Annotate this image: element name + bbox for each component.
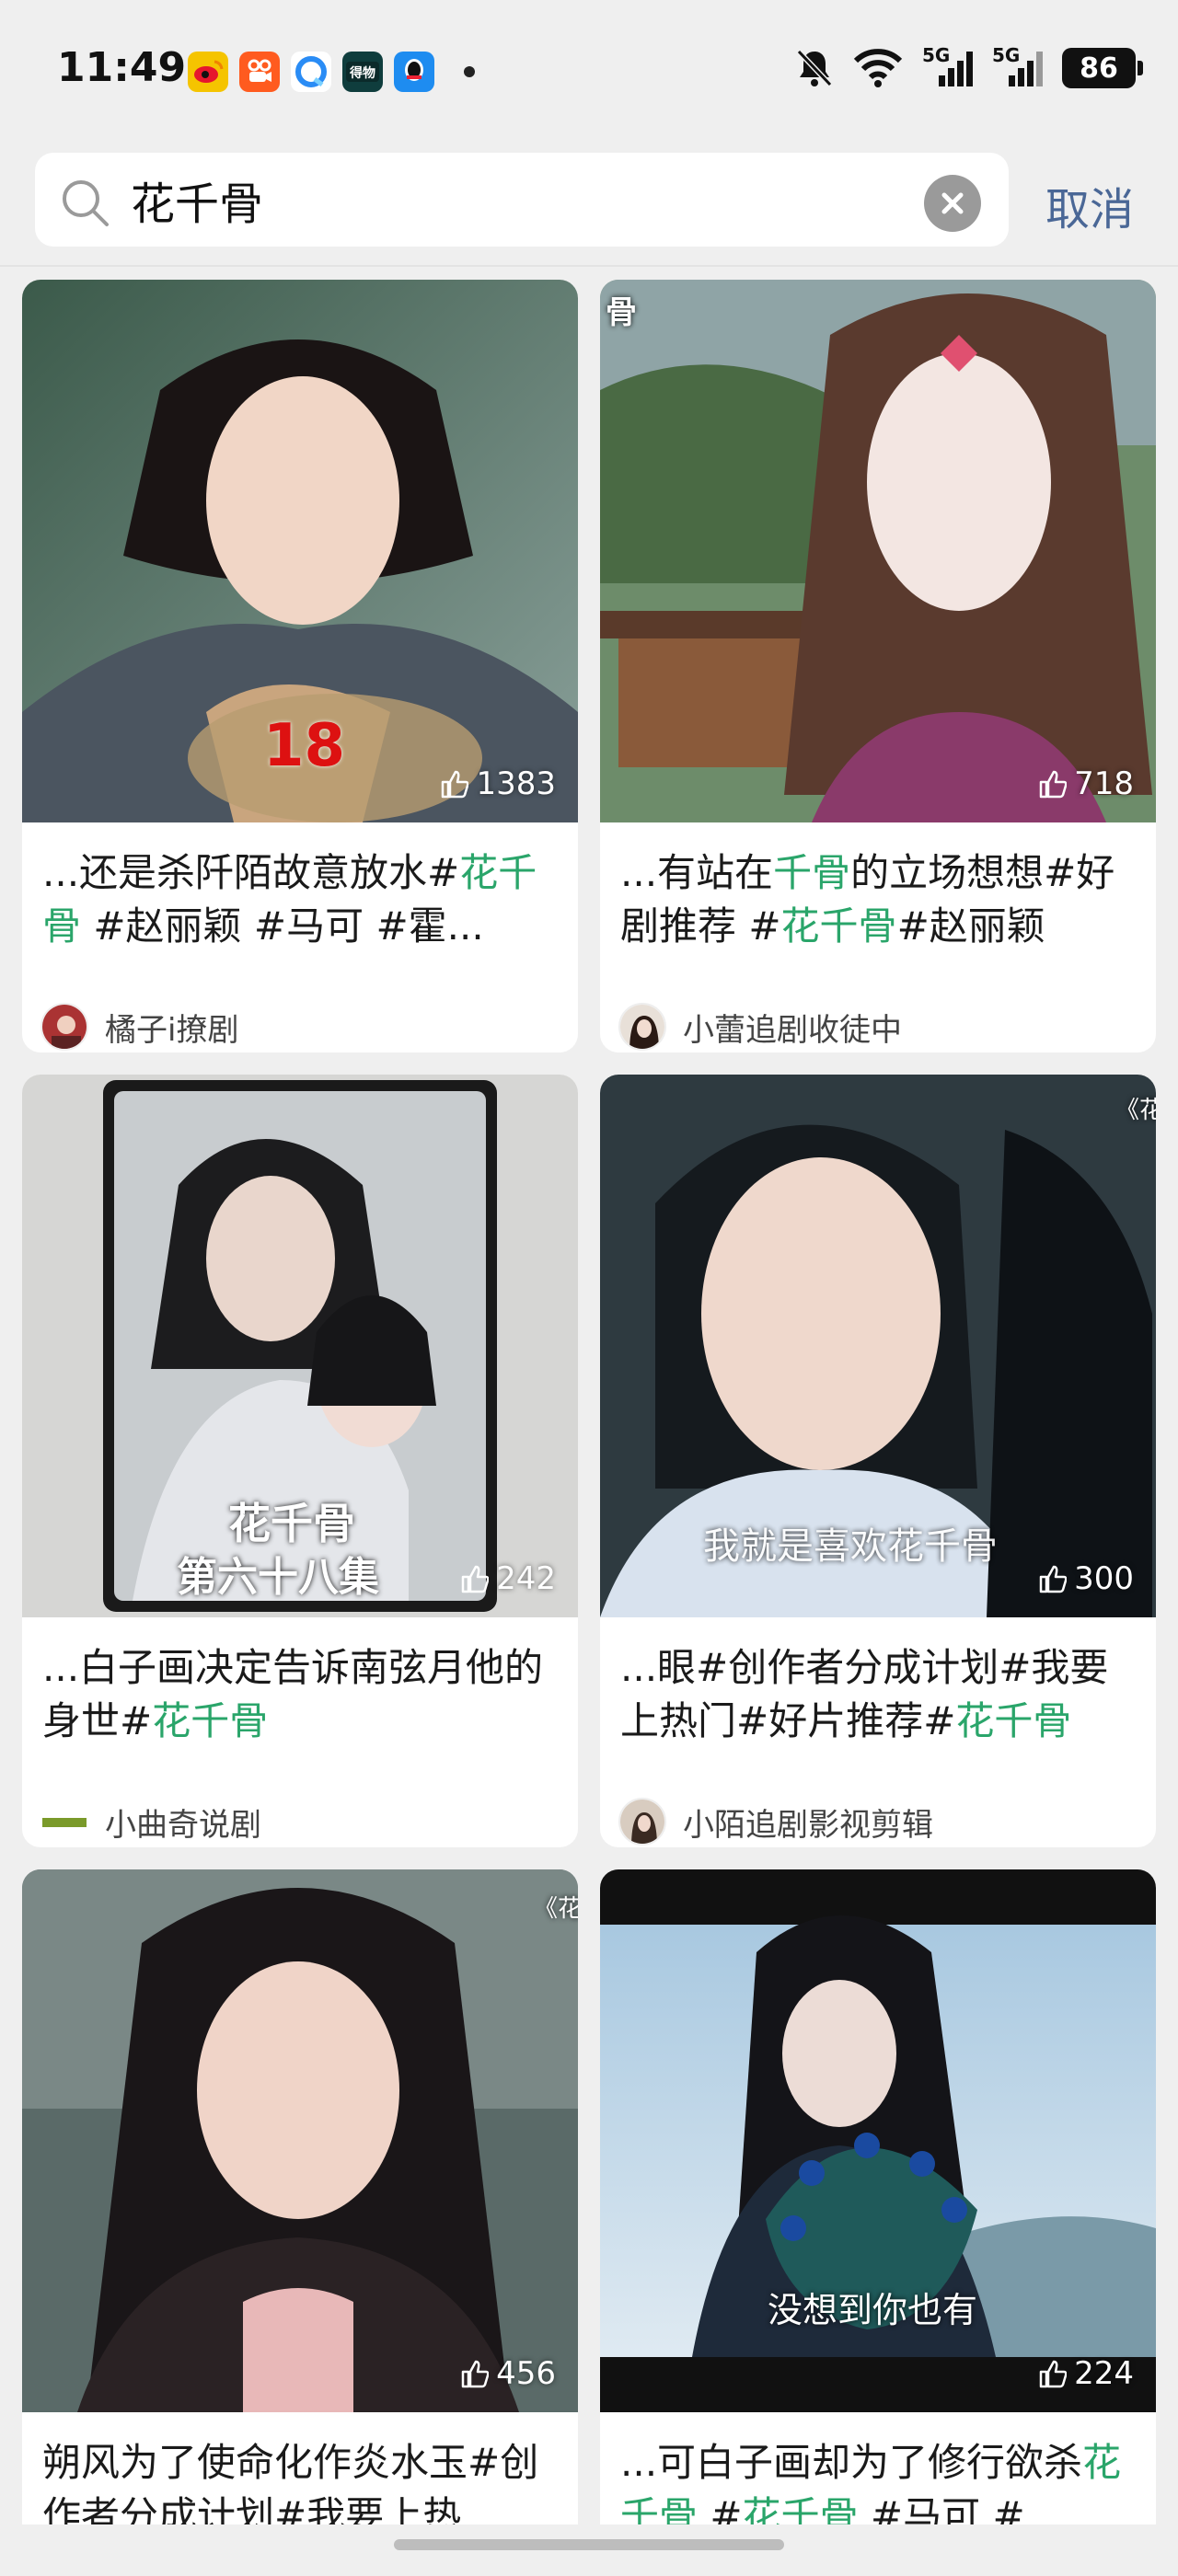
search-input[interactable] <box>131 169 922 230</box>
subtitle-overlay: 没想到你也有 <box>768 2290 978 2330</box>
likes-count: 224 <box>1037 2355 1134 2392</box>
system-status-icons: 5G 5G 86 <box>795 44 1143 88</box>
likes-value: 456 <box>496 2355 556 2392</box>
video-caption[interactable]: ...白子画决定告诉南弦月他的身世#花千骨 <box>22 1617 578 1763</box>
author-name[interactable]: 橘子i撩剧 <box>105 1005 238 1050</box>
video-caption[interactable]: ...有站在千骨的立场想想#好剧推荐 #花千骨#赵丽颖 <box>600 822 1156 968</box>
video-caption[interactable]: ...眼#创作者分成计划#我要上热门#好片推荐#花千骨 <box>600 1617 1156 1763</box>
thumbs-up-icon <box>1039 770 1068 799</box>
notification-app-icons: 得物 <box>188 52 475 92</box>
likes-count: 242 <box>459 1560 556 1597</box>
watermark-text: 《花 <box>1115 1097 1156 1124</box>
video-thumbnail[interactable]: 我就是喜欢花千骨 《花 300 <box>600 1075 1156 1617</box>
weibo-icon <box>188 52 228 92</box>
video-card[interactable]: 我就是喜欢花千骨 《花 300 ...眼#创作者分成计划#我要上热门#好片推荐#… <box>600 1075 1156 1847</box>
avatar[interactable] <box>618 1798 666 1846</box>
close-icon <box>941 192 964 214</box>
search-box[interactable] <box>35 153 1009 247</box>
search-header: 取消 <box>0 147 1178 267</box>
more-notifications-dot <box>464 66 475 77</box>
author[interactable]: 小曲奇说剧 <box>40 1798 261 1846</box>
mute-icon <box>796 49 833 87</box>
caption-hashtag[interactable]: 千骨 <box>773 850 850 895</box>
kuaishou-icon <box>239 52 280 92</box>
author-name[interactable]: 小蕾追剧收徒中 <box>683 1005 902 1050</box>
cancel-button[interactable]: 取消 <box>1045 173 1134 237</box>
avatar[interactable] <box>40 1003 88 1051</box>
caption-text: ...还是杀阡陌故意放水# <box>42 850 460 895</box>
likes-value: 718 <box>1074 765 1134 802</box>
search-icon <box>63 180 109 226</box>
search-results-grid: 18 1383 ...还是杀阡陌故意放水#花千骨 #赵丽颖 #马可 #霍... … <box>22 280 1156 2524</box>
caption-text: # <box>698 2493 743 2524</box>
status-time: 11:49 <box>57 44 187 91</box>
video-card[interactable]: 18 1383 ...还是杀阡陌故意放水#花千骨 #赵丽颖 #马可 #霍... … <box>22 280 578 1052</box>
caption-hashtag[interactable]: 花千骨 <box>743 2493 859 2524</box>
likes-count: 456 <box>459 2355 556 2392</box>
svg-text:得物: 得物 <box>349 65 375 81</box>
home-indicator[interactable] <box>394 2539 784 2550</box>
episode-overlay: 第六十八集 <box>177 1554 379 1601</box>
status-bar: 11:49 得物 5G 5G 86 <box>0 0 1178 147</box>
avatar[interactable] <box>40 1798 88 1846</box>
caption-text: 朔风为了使命化作炎水玉#创作者分成计划#我要上热 <box>42 2440 539 2524</box>
likes-value: 1383 <box>476 765 556 802</box>
video-thumbnail[interactable]: 骨 718 <box>600 280 1156 822</box>
qq-icon <box>394 52 434 92</box>
thumbs-up-icon <box>442 770 469 799</box>
author-name[interactable]: 小陌追剧影视剪辑 <box>683 1800 933 1845</box>
video-card[interactable]: 骨 718 ...有站在千骨的立场想想#好剧推荐 #花千骨#赵丽颖 小蕾追剧收徒… <box>600 280 1156 1052</box>
video-title-overlay: 花千骨 <box>228 1499 355 1548</box>
thumbs-up-icon <box>461 2360 490 2388</box>
dewu-icon: 得物 <box>342 52 383 92</box>
likes-value: 242 <box>496 1560 556 1597</box>
author-name[interactable]: 小曲奇说剧 <box>105 1800 261 1845</box>
watermark-text: 《花 <box>534 1895 578 1923</box>
signal-5g-icon: 5G <box>922 44 974 88</box>
subtitle-overlay: 我就是喜欢花千骨 <box>703 1525 998 1568</box>
caption-text: #马可 # <box>858 2493 1025 2524</box>
episode-badge: 18 <box>263 712 346 780</box>
likes-value: 224 <box>1074 2355 1134 2392</box>
signal-5g-icon: 5G <box>992 44 1044 88</box>
video-card[interactable]: 没想到你也有 224 ...可白子画却为了修行欲杀花千骨 #花千骨 #马可 # <box>600 1869 1156 2524</box>
avatar[interactable] <box>618 1003 666 1051</box>
author[interactable]: 小蕾追剧收徒中 <box>618 1003 902 1051</box>
likes-value: 300 <box>1074 1560 1134 1597</box>
clear-search-button[interactable] <box>924 175 981 232</box>
caption-text: #赵丽颖 <box>896 903 1045 949</box>
video-caption[interactable]: ...还是杀阡陌故意放水#花千骨 #赵丽颖 #马可 #霍... <box>22 822 578 968</box>
caption-hashtag[interactable]: 花千骨 <box>152 1698 268 1743</box>
video-thumbnail[interactable]: 没想到你也有 224 <box>600 1869 1156 2412</box>
video-card[interactable]: 花千骨 第六十八集 242 ...白子画决定告诉南弦月他的身世#花千骨 小曲奇说… <box>22 1075 578 1847</box>
browser-icon <box>291 52 331 92</box>
likes-count: 1383 <box>439 765 556 802</box>
video-thumbnail[interactable]: 《花 456 <box>22 1869 578 2412</box>
video-caption[interactable]: ...可白子画却为了修行欲杀花千骨 #花千骨 #马可 # <box>600 2412 1156 2524</box>
caption-text: ...有站在 <box>620 850 774 895</box>
caption-hashtag[interactable]: 花千骨 <box>955 1698 1071 1743</box>
likes-count: 718 <box>1037 765 1134 802</box>
thumbs-up-icon <box>1039 1565 1068 1593</box>
caption-text: #赵丽颖 #马可 #霍... <box>81 903 484 949</box>
likes-count: 300 <box>1037 1560 1134 1597</box>
wifi-icon <box>853 49 903 87</box>
video-card[interactable]: 《花 456 朔风为了使命化作炎水玉#创作者分成计划#我要上热 <box>22 1869 578 2524</box>
caption-hashtag[interactable]: 花千骨 <box>781 903 897 949</box>
author[interactable]: 橘子i撩剧 <box>40 1003 238 1051</box>
thumbs-up-icon <box>461 1565 490 1593</box>
author[interactable]: 小陌追剧影视剪辑 <box>618 1798 933 1846</box>
video-thumbnail[interactable]: 18 1383 <box>22 280 578 822</box>
battery-level: 86 <box>1080 52 1118 85</box>
caption-text: ...白子画决定告诉南弦月他的身世# <box>42 1645 544 1743</box>
thumbs-up-icon <box>1039 2360 1068 2388</box>
video-thumbnail[interactable]: 花千骨 第六十八集 242 <box>22 1075 578 1617</box>
battery-icon: 86 <box>1062 48 1143 88</box>
watermark-logo: 骨 <box>606 294 637 331</box>
video-caption[interactable]: 朔风为了使命化作炎水玉#创作者分成计划#我要上热 <box>22 2412 578 2524</box>
caption-text: ...可白子画却为了修行欲杀 <box>620 2440 1083 2485</box>
